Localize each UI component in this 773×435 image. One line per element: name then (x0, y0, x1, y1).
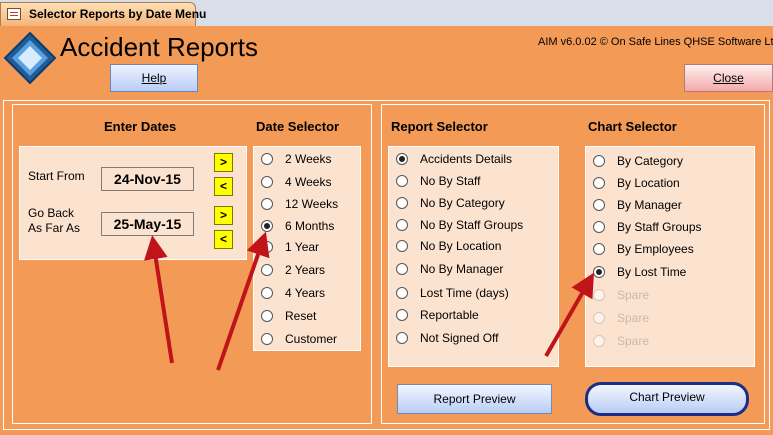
option-label: By Staff Groups (617, 220, 702, 234)
radio-icon[interactable] (396, 263, 408, 275)
option-label: Spare (617, 334, 650, 348)
radio-icon[interactable] (261, 264, 273, 276)
date-selector-heading: Date Selector (256, 119, 340, 134)
option-label: Lost Time (days) (420, 286, 509, 300)
option-label: No By Category (420, 196, 505, 210)
tab-strip: Selector Reports by Date Menu (0, 0, 773, 26)
radio-icon[interactable] (593, 243, 605, 255)
chart-preview-label: Chart Preview (629, 390, 705, 404)
option-label: No By Staff (420, 174, 481, 188)
back-next-button[interactable]: > (214, 206, 233, 225)
chart-preview-button[interactable]: Chart Preview (585, 382, 749, 416)
logo-icon (3, 31, 57, 85)
radio-icon[interactable] (396, 175, 408, 187)
start-date-field[interactable]: 24-Nov-15 (101, 167, 194, 191)
option-label: 12 Weeks (285, 197, 339, 211)
option-label: No By Manager (420, 262, 504, 276)
option-label: By Location (617, 176, 680, 190)
radio-icon (593, 312, 605, 324)
option-label: Spare (617, 288, 650, 302)
page-title: Accident Reports (60, 32, 258, 62)
option-label: 6 Months (285, 219, 335, 233)
radio-icon[interactable] (396, 332, 408, 344)
option-label: No By Staff Groups (420, 218, 524, 232)
radio-icon[interactable] (261, 287, 273, 299)
radio-icon[interactable] (593, 266, 605, 278)
version-text: AIM v6.0.02 © On Safe Lines QHSE Softwar… (538, 36, 773, 48)
radio-icon[interactable] (396, 287, 408, 299)
radio-icon[interactable] (396, 197, 408, 209)
as-far-as-label: As Far As (28, 221, 81, 235)
radio-icon[interactable] (396, 309, 408, 321)
option-label: 4 Years (285, 286, 326, 300)
option-label: Reset (285, 309, 317, 323)
option-label: Accidents Details (420, 152, 513, 166)
radio-icon[interactable] (593, 177, 605, 189)
radio-icon[interactable] (261, 220, 273, 232)
tab-title: Selector Reports by Date Menu (29, 7, 207, 21)
option-label: By Manager (617, 198, 682, 212)
start-from-label: Start From (28, 169, 85, 183)
radio-icon[interactable] (396, 219, 408, 231)
form-icon (7, 8, 21, 20)
radio-icon[interactable] (261, 310, 273, 322)
option-label: 2 Years (285, 263, 326, 277)
option-label: Not Signed Off (420, 331, 499, 345)
option-label: By Employees (617, 242, 694, 256)
radio-icon[interactable] (261, 241, 273, 253)
option-label: No By Location (420, 239, 502, 253)
report-preview-label: Report Preview (433, 392, 516, 406)
close-button-label: Close (713, 71, 744, 85)
radio-icon[interactable] (396, 240, 408, 252)
radio-icon[interactable] (261, 198, 273, 210)
go-back-label: Go Back (28, 206, 75, 220)
start-prev-button[interactable]: < (214, 177, 233, 196)
help-button-label: Help (141, 71, 167, 85)
radio-icon (593, 335, 605, 347)
go-back-date-field[interactable]: 25-May-15 (101, 212, 194, 236)
option-label: By Lost Time (617, 265, 687, 279)
option-label: 1 Year (285, 240, 320, 254)
radio-icon[interactable] (261, 176, 273, 188)
option-label: Reportable (420, 308, 479, 322)
report-selector-heading: Report Selector (391, 119, 488, 134)
dates-box (19, 146, 247, 260)
radio-icon[interactable] (593, 155, 605, 167)
option-label: 2 Weeks (285, 152, 332, 166)
close-button[interactable]: Close (684, 64, 773, 92)
option-label: Customer (285, 332, 338, 346)
option-label: 4 Weeks (285, 175, 332, 189)
option-label: Spare (617, 311, 650, 325)
back-prev-button[interactable]: < (214, 230, 233, 249)
start-next-button[interactable]: > (214, 153, 233, 172)
help-button[interactable]: Help (110, 64, 198, 92)
radio-icon[interactable] (396, 153, 408, 165)
tab-selector-reports[interactable]: Selector Reports by Date Menu (0, 2, 206, 26)
radio-icon (593, 289, 605, 301)
radio-icon[interactable] (593, 221, 605, 233)
report-preview-button[interactable]: Report Preview (397, 384, 552, 414)
enter-dates-heading: Enter Dates (104, 119, 177, 134)
option-label: By Category (617, 154, 684, 168)
radio-icon[interactable] (261, 153, 273, 165)
radio-icon[interactable] (261, 333, 273, 345)
radio-icon[interactable] (593, 199, 605, 211)
chart-selector-heading: Chart Selector (588, 119, 677, 134)
